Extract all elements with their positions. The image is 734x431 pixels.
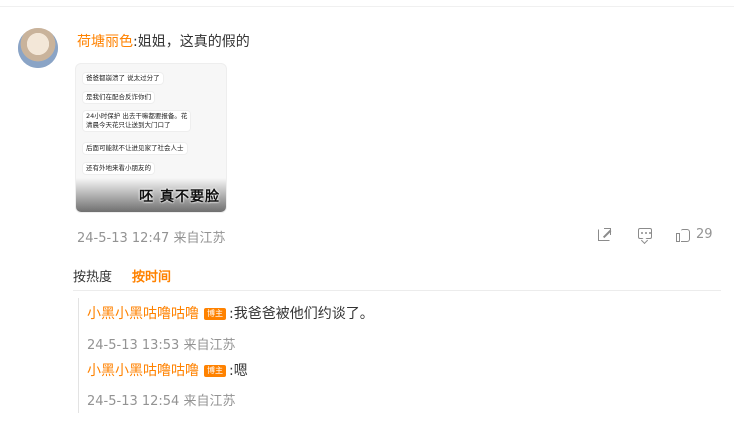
reply-text: :嗯 xyxy=(229,363,248,379)
sort-by-hot-tab[interactable]: 按热度 xyxy=(73,270,112,285)
image-bubble-1: 爸爸都崩溃了 说太过分了 xyxy=(82,72,164,85)
reply-username[interactable]: 小黑小黑咕噜咕噜 xyxy=(87,306,199,322)
thumbs-up-icon xyxy=(674,226,692,244)
reply-item: 小黑小黑咕噜咕噜 博主:嗯 xyxy=(87,360,248,380)
image-bubble-5: 还有外地来看小朋友的 xyxy=(82,162,155,175)
like-count: 29 xyxy=(696,227,713,242)
reply-meta: 24-5-13 12:54 来自江苏 xyxy=(87,394,236,409)
reply-username[interactable]: 小黑小黑咕噜咕噜 xyxy=(87,363,199,379)
reply-meta: 24-5-13 13:53 来自江苏 xyxy=(87,338,236,353)
reply-item: 小黑小黑咕噜咕噜 博主:我爸爸被他们约谈了。 xyxy=(87,303,374,323)
like-button[interactable]: 29 xyxy=(674,224,713,244)
sort-by-time-tab[interactable]: 按时间 xyxy=(132,270,171,285)
reply-text: :我爸爸被他们约谈了。 xyxy=(229,306,374,322)
image-caption: 呸 真不要脸 xyxy=(139,189,220,205)
comment-header: 荷塘丽色:姐姐，这真的假的 xyxy=(77,33,250,51)
verified-badge-icon xyxy=(18,28,58,68)
comment-image[interactable]: 爸爸都崩溃了 说太过分了 是我们在配合反诈你们 24小时保护 出去干嘛都要报备。… xyxy=(75,63,227,213)
comment-text: :姐姐，这真的假的 xyxy=(133,34,250,50)
sort-tabs: 按热度 按时间 xyxy=(73,266,171,285)
image-bubble-2: 是我们在配合反诈你们 xyxy=(82,91,155,104)
image-bubble-4: 后面可能就不让进见家了社会人士 xyxy=(82,142,188,155)
image-bubble-3: 24小时保护 出去干嘛都要报备。花 清晨今天花只让送到大门口了 xyxy=(82,110,192,132)
comment-button[interactable] xyxy=(636,224,654,244)
sort-divider xyxy=(73,290,721,291)
owner-badge: 博主 xyxy=(204,365,226,377)
comment-icon xyxy=(636,226,654,244)
top-divider xyxy=(0,6,734,7)
share-icon xyxy=(596,226,614,244)
owner-badge: 博主 xyxy=(204,308,226,320)
comment-meta: 24-5-13 12:47 来自江苏 xyxy=(77,231,226,246)
share-button[interactable] xyxy=(596,224,614,244)
comment-username[interactable]: 荷塘丽色 xyxy=(77,34,133,50)
reply-thread: 小黑小黑咕噜咕噜 博主:我爸爸被他们约谈了。 24-5-13 13:53 来自江苏… xyxy=(78,298,719,413)
